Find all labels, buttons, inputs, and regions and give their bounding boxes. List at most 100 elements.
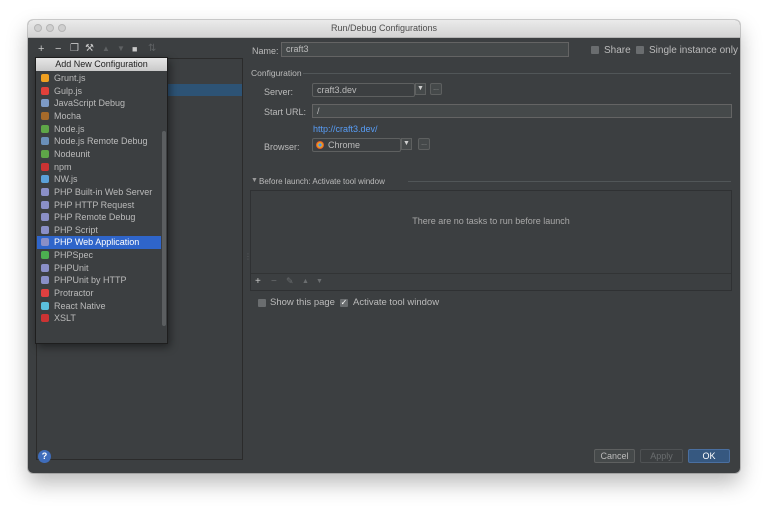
configuration-type-icon [41, 99, 49, 108]
configuration-type-label: Protractor [54, 288, 94, 299]
configuration-type-icon [41, 74, 49, 82]
configuration-type-icon [41, 162, 49, 171]
no-tasks-message: There are no tasks to run before launch [412, 216, 570, 226]
folder-icon[interactable]: ■ [132, 43, 137, 55]
configuration-type-icon [41, 137, 49, 146]
edit-task-icon[interactable]: ✎ [286, 276, 294, 287]
browser-browse-button[interactable]: ... [418, 138, 430, 150]
help-button[interactable]: ? [38, 450, 51, 463]
configuration-type-label: NW.js [54, 174, 78, 185]
start-url-field[interactable]: / [312, 104, 732, 118]
configuration-type-label: PHP Script [54, 224, 98, 235]
configuration-type-icon [41, 289, 49, 298]
section-divider [303, 73, 731, 74]
configuration-type-icon [41, 124, 49, 133]
configuration-type-item[interactable]: PHPUnit by HTTP [37, 274, 161, 287]
title-bar: Run/Debug Configurations [28, 20, 740, 38]
configuration-type-item[interactable]: Mocha [37, 110, 161, 123]
configuration-type-item[interactable]: PHPUnit [37, 262, 161, 275]
move-up-icon[interactable]: ▲ [102, 43, 110, 55]
chevron-down-icon[interactable]: ▼ [401, 138, 412, 150]
browser-combo[interactable]: Chrome ▼ [312, 138, 412, 152]
configuration-type-label: PHP Remote Debug [54, 212, 136, 223]
name-field[interactable]: craft3 [281, 42, 569, 57]
collapse-arrow-icon[interactable]: ▼ [251, 177, 258, 184]
configuration-type-icon [41, 111, 49, 120]
configuration-type-item[interactable]: React Native [37, 300, 161, 313]
ok-button[interactable]: OK [688, 449, 730, 463]
configuration-type-item[interactable]: PHP Script [37, 224, 161, 237]
configuration-type-item[interactable]: Node.js [37, 123, 161, 136]
configuration-type-icon [41, 314, 49, 323]
configuration-type-label: PHP HTTP Request [54, 199, 135, 210]
popup-scrollbar[interactable] [161, 71, 167, 343]
activate-tool-window-label: Activate tool window [353, 297, 440, 308]
cancel-button[interactable]: Cancel [594, 449, 635, 463]
remove-icon[interactable]: − [55, 43, 61, 55]
configuration-type-item[interactable]: Gulp.js [37, 85, 161, 98]
configuration-type-label: Node.js Remote Debug [54, 136, 148, 147]
configuration-type-item[interactable]: NW.js [37, 173, 161, 186]
browser-value: Chrome [328, 140, 361, 150]
before-launch-title: Before launch: Activate tool window [259, 177, 385, 186]
move-task-up-icon[interactable]: ▲ [302, 278, 309, 285]
popup-scrollbar-thumb[interactable] [162, 131, 166, 326]
configuration-type-item[interactable]: JavaScript Debug [37, 97, 161, 110]
server-label: Server: [264, 87, 294, 97]
add-task-icon[interactable]: + [255, 276, 261, 287]
chevron-down-icon[interactable]: ▼ [415, 83, 426, 95]
configuration-type-label: React Native [54, 300, 106, 311]
before-launch-tasks-panel: There are no tasks to run before launch … [250, 190, 732, 291]
configuration-type-label: Gulp.js [54, 85, 83, 96]
url-link[interactable]: http://craft3.dev/ [313, 124, 378, 134]
add-new-configuration-popup: Add New Configuration Grunt.js Gulp.js Jav… [35, 57, 168, 344]
name-label: Name: [252, 46, 279, 56]
configuration-type-label: Node.js [54, 123, 85, 134]
remove-task-icon[interactable]: − [271, 276, 277, 287]
configuration-type-icon [41, 263, 49, 272]
configuration-type-item[interactable]: Protractor [37, 287, 161, 300]
selected-tree-row[interactable] [168, 84, 242, 96]
move-task-down-icon[interactable]: ▼ [316, 278, 323, 285]
tasks-toolbar: + − ✎ ▲ ▼ [251, 273, 731, 290]
start-url-label: Start URL: [264, 107, 307, 117]
move-down-icon[interactable]: ▼ [117, 43, 125, 55]
configuration-type-item[interactable]: PHP Remote Debug [37, 211, 161, 224]
sort-icon[interactable]: ⇅ [148, 43, 156, 55]
configuration-type-item[interactable]: PHP HTTP Request [37, 199, 161, 212]
popup-title: Add New Configuration [36, 58, 167, 71]
configuration-type-item[interactable]: Node.js Remote Debug [37, 135, 161, 148]
configuration-type-icon [41, 200, 49, 209]
configuration-type-label: Nodeunit [54, 148, 91, 159]
configuration-type-icon [41, 213, 49, 222]
configuration-type-item[interactable]: PHP Built-in Web Server [37, 186, 161, 199]
share-checkbox[interactable] [591, 46, 599, 54]
run-debug-configurations-dialog: Run/Debug Configurations + − ❐ ⚒ ▲ ▼ ■ ⇅… [28, 20, 740, 473]
configuration-type-icon [41, 276, 49, 285]
configuration-type-label: Grunt.js [54, 73, 86, 83]
server-browse-button[interactable]: ... [430, 83, 442, 95]
configuration-type-icon [41, 187, 49, 196]
configuration-type-item[interactable]: Nodeunit [37, 148, 161, 161]
configuration-type-item[interactable]: Grunt.js [37, 72, 161, 85]
configuration-type-icon [41, 301, 49, 310]
configuration-type-item[interactable]: PHP Web Application [37, 236, 161, 250]
server-combo[interactable]: craft3.dev ▼ [312, 83, 426, 97]
apply-button[interactable]: Apply [640, 449, 683, 463]
activate-tool-window-checkbox[interactable]: ✓ [340, 299, 348, 307]
configuration-type-icon [41, 251, 49, 260]
configuration-type-label: JavaScript Debug [54, 98, 126, 109]
configuration-type-item[interactable]: XSLT [37, 312, 161, 325]
show-page-checkbox[interactable] [258, 299, 266, 307]
configuration-type-label: Mocha [54, 110, 82, 121]
configuration-type-item[interactable]: PHPSpec [37, 249, 161, 262]
single-instance-label: Single instance only [649, 45, 738, 56]
configuration-type-icon [41, 175, 49, 184]
single-instance-checkbox[interactable] [636, 46, 644, 54]
add-icon[interactable]: + [38, 43, 44, 55]
copy-icon[interactable]: ❐ [70, 43, 79, 55]
wrench-icon[interactable]: ⚒ [85, 43, 94, 55]
configuration-type-icon [41, 86, 49, 95]
configuration-type-label: PHPUnit by HTTP [54, 275, 127, 286]
configuration-type-item[interactable]: npm [37, 161, 161, 174]
